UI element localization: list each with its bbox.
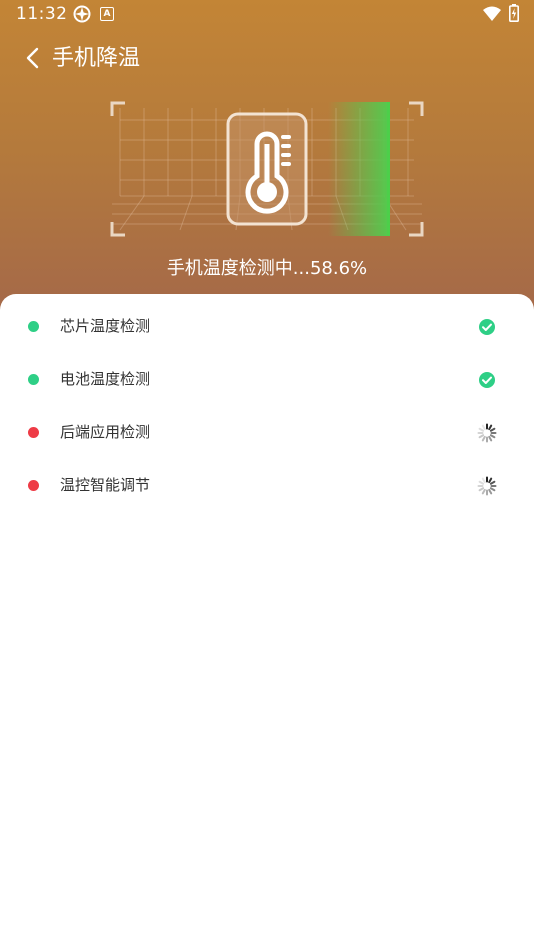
check-circle-icon [479, 372, 495, 388]
status-dot [28, 321, 39, 332]
status-dot [28, 427, 39, 438]
battery-charging-icon [509, 4, 519, 22]
list-item: 温控智能调节 [0, 459, 534, 512]
check-label: 芯片温度检测 [60, 317, 151, 335]
loading-spinner-icon [477, 423, 497, 443]
status-bar: 11:32 A [0, 0, 534, 28]
list-item: 电池温度检测 [0, 353, 534, 406]
scan-line [387, 102, 390, 236]
list-item: 芯片温度检测 [0, 300, 534, 353]
check-label: 电池温度检测 [60, 370, 151, 388]
sync-icon [73, 5, 91, 23]
status-time: 11:32 [16, 4, 68, 24]
check-circle-icon [479, 319, 495, 335]
thermometer-device-icon [226, 112, 308, 226]
status-dot [28, 374, 39, 385]
list-item: 后端应用检测 [0, 406, 534, 459]
check-label: 后端应用检测 [60, 423, 151, 441]
status-dot [28, 480, 39, 491]
check-label: 温控智能调节 [60, 476, 151, 494]
page-title: 手机降温 [52, 46, 141, 71]
temperature-scanner [110, 101, 424, 237]
chevron-left-icon[interactable] [22, 44, 44, 72]
scan-progress-band [328, 102, 388, 236]
check-list-panel: 芯片温度检测 电池温度检测 后端应用检测 温控智能调节 [0, 294, 534, 950]
loading-spinner-icon [477, 476, 497, 496]
scan-progress-text: 手机温度检测中...58.6% [166, 258, 368, 279]
wifi-icon [483, 6, 501, 21]
app-notification-icon: A [100, 7, 114, 21]
